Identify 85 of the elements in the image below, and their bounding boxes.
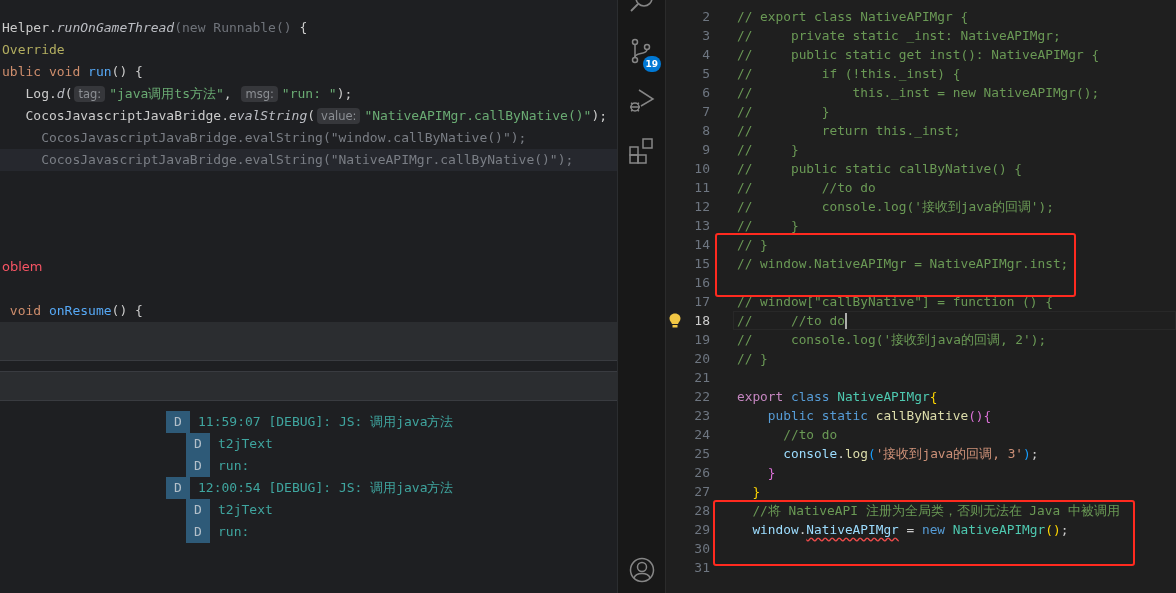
line-number: 19 (693, 331, 710, 349)
log-message: 11:59:07 [DEBUG]: JS: 调用java方法 (197, 413, 454, 431)
code-line: //将 NativeAPI 注册为全局类，否则无法在 Java 中被调用 (751, 502, 1120, 520)
code-line: // window.NativeAPIMgr = NativeAPIMgr.inst; (737, 255, 1069, 273)
code-line: void onResume() { (8, 302, 144, 320)
line-number: 14 (693, 236, 710, 254)
notification-badge: 19 (642, 56, 662, 72)
line-number: 17 (693, 293, 710, 311)
log-level-badge: D (166, 411, 190, 433)
log-message: run: (217, 457, 250, 475)
code-line: console.log('接收到java的回调, 3'); (782, 445, 1039, 463)
account-icon[interactable] (628, 557, 655, 583)
code-line: // private static _inst: NativeAPIMgr; (737, 27, 1061, 45)
code-line: // //to do (737, 179, 876, 197)
log-level-badge: D (186, 455, 210, 477)
code-line: // window["callByNative"] = function () { (737, 293, 1053, 311)
code-line: // console.log('接收到java的回调, 2'); (737, 331, 1047, 349)
code-line: // return this._inst; (737, 122, 961, 140)
code-line: // public static callByNative() { (737, 160, 1023, 178)
run-debug-icon[interactable] (628, 88, 655, 114)
parameter-hint: msg: (241, 86, 278, 102)
line-number: 8 (701, 122, 710, 140)
code-line: // //to do (737, 312, 845, 330)
line-number: 15 (693, 255, 710, 273)
log-level-badge: D (186, 433, 210, 455)
code-line: // this._inst = new NativeAPIMgr(); (737, 84, 1100, 102)
lightbulb-icon[interactable] (669, 313, 681, 328)
line-number: 9 (701, 141, 710, 159)
code-line: // if (!this._inst) { (737, 65, 961, 83)
text-cursor (844, 312, 847, 329)
line-number: 4 (701, 46, 710, 64)
log-level-badge: D (166, 477, 190, 499)
line-number: 24 (693, 426, 710, 444)
log-level-badge: D (186, 521, 210, 543)
line-number: 5 (701, 65, 710, 83)
code-line: //to do (782, 426, 838, 444)
line-number: 21 (693, 369, 710, 387)
code-line: export class NativeAPIMgr{ (737, 388, 938, 406)
code-line: // } (737, 103, 830, 121)
code-line: oblem (1, 258, 44, 276)
log-level-badge: D (186, 499, 210, 521)
line-number: 22 (693, 388, 710, 406)
line-number: 6 (701, 84, 710, 102)
line-number: 30 (693, 540, 710, 558)
code-line: // export class NativeAPIMgr { (737, 8, 969, 26)
code-line: // public static get inst(): NativeAPIMgr { (737, 46, 1100, 64)
code-line: window.NativeAPIMgr = new NativeAPIMgr(); (751, 521, 1069, 539)
log-message: t2jText (217, 501, 273, 519)
code-line: Helper.runOnGameThread(new Runnable() { (1, 19, 309, 37)
line-number: 23 (693, 407, 710, 425)
log-message: 12:00:54 [DEBUG]: JS: 调用java方法 (197, 479, 454, 497)
line-number: 2 (701, 8, 710, 26)
log-message: run: (217, 523, 250, 541)
line-number: 13 (693, 217, 710, 235)
code-line: CocosJavascriptJavaBridge.evalString("window.callByNative()"); (40, 129, 528, 147)
line-number: 3 (701, 27, 710, 45)
code-line: // } (737, 350, 768, 368)
line-number: 25 (693, 445, 710, 463)
line-number: 26 (693, 464, 710, 482)
code-line: CocosJavascriptJavaBridge.evalString( value: "NativeAPIMgr.callByNative()"); (24, 107, 609, 126)
code-line: ublic void run() { (1, 63, 144, 81)
code-line: // } (737, 217, 799, 235)
line-number: 20 (693, 350, 710, 368)
line-number: 16 (693, 274, 710, 292)
line-number: 28 (693, 502, 710, 520)
line-number: 29 (693, 521, 710, 539)
extensions-icon[interactable] (628, 138, 655, 164)
code-line: // } (737, 141, 799, 159)
log-message: t2jText (217, 435, 273, 453)
line-number: 11 (693, 179, 710, 197)
line-number: 12 (693, 198, 710, 216)
code-line: Override (1, 41, 66, 59)
code-line: Log.d( tag: "java调用ts方法", msg: "run: "); (24, 85, 354, 104)
line-number: 27 (693, 483, 710, 501)
code-line: } (766, 464, 776, 482)
parameter-hint: value: (317, 108, 361, 124)
parameter-hint: tag: (74, 86, 106, 102)
line-number: 31 (693, 559, 710, 577)
line-number: 18 (693, 312, 710, 330)
line-number: 10 (693, 160, 710, 178)
code-line: public static callByNative(){ (766, 407, 992, 425)
code-line: } (751, 483, 761, 501)
code-line: // } (737, 236, 768, 254)
line-number: 7 (701, 103, 710, 121)
code-line: // console.log('接收到java的回调'); (737, 198, 1054, 216)
